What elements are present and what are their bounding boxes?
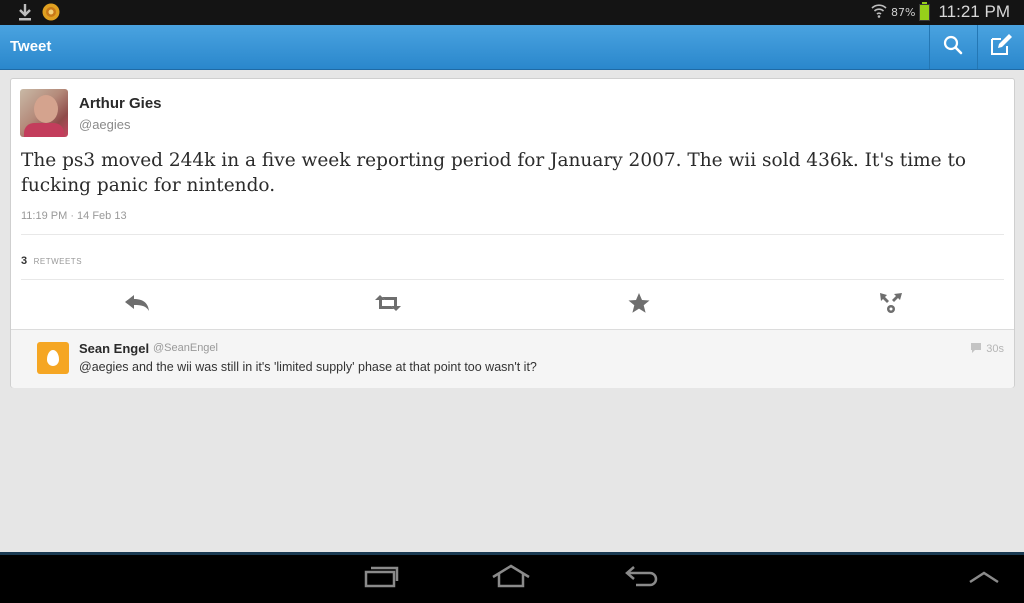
navigation-bar <box>0 552 1024 603</box>
favorite-button[interactable] <box>624 292 654 318</box>
battery-percent: 87% <box>891 5 916 19</box>
share-button[interactable] <box>876 292 906 318</box>
compose-button[interactable] <box>977 25 1024 69</box>
recent-apps-icon <box>364 564 400 592</box>
action-bar: Tweet <box>0 25 1024 70</box>
tweet-timestamp: 11:19 PM · 14 Feb 13 <box>21 210 127 222</box>
avatar[interactable] <box>20 89 68 137</box>
retweet-button[interactable] <box>373 292 403 318</box>
retweet-icon <box>373 293 403 317</box>
author-handle[interactable]: @aegies <box>79 117 131 132</box>
search-button[interactable] <box>929 25 976 69</box>
back-button[interactable] <box>622 563 662 593</box>
recent-apps-button[interactable] <box>362 563 402 593</box>
reply-icon <box>124 294 150 316</box>
retweet-label: RETWEETS <box>33 257 83 266</box>
reply-avatar[interactable] <box>37 342 69 374</box>
share-icon <box>878 291 904 319</box>
search-icon <box>943 35 963 59</box>
wifi-icon <box>871 2 887 22</box>
author-name[interactable]: Arthur Gies <box>79 95 162 112</box>
status-left <box>18 3 60 25</box>
reply-time: 30s <box>970 342 1004 356</box>
divider <box>21 234 1004 235</box>
menu-up-icon <box>968 569 1000 588</box>
status-time: 11:21 PM <box>938 2 1010 21</box>
reply-button[interactable] <box>122 292 152 318</box>
home-icon <box>491 564 531 592</box>
tweet-text: The ps3 moved 244k in a five week report… <box>21 150 967 196</box>
retweet-stats[interactable]: 3 RETWEETS <box>21 251 82 269</box>
tweet-card: Arthur Gies @aegies The ps3 moved 244k i… <box>10 78 1015 388</box>
page-title: Tweet <box>10 38 52 55</box>
reply-text: @aegies and the wii was still in it's 'l… <box>79 360 537 374</box>
notification-app-icon <box>42 3 60 25</box>
home-button[interactable] <box>491 563 531 593</box>
egg-icon <box>47 350 59 366</box>
divider <box>21 279 1004 280</box>
battery-icon <box>919 1 931 21</box>
status-right: 87% 11:21 PM <box>871 1 1010 22</box>
reply-author-name[interactable]: Sean Engel <box>79 341 149 356</box>
speech-bubble-icon <box>970 342 982 356</box>
menu-up-button[interactable] <box>964 563 1004 593</box>
compose-icon <box>989 34 1013 60</box>
status-bar: 87% 11:21 PM <box>0 0 1024 25</box>
reply-item[interactable]: Sean Engel @SeanEngel @aegies and the wi… <box>11 329 1014 388</box>
back-icon <box>624 564 660 592</box>
favorite-icon <box>628 292 650 318</box>
reply-author-handle[interactable]: @SeanEngel <box>153 342 218 354</box>
reply-time-label: 30s <box>986 343 1004 355</box>
retweet-count: 3 <box>21 255 28 267</box>
download-icon <box>18 3 32 25</box>
